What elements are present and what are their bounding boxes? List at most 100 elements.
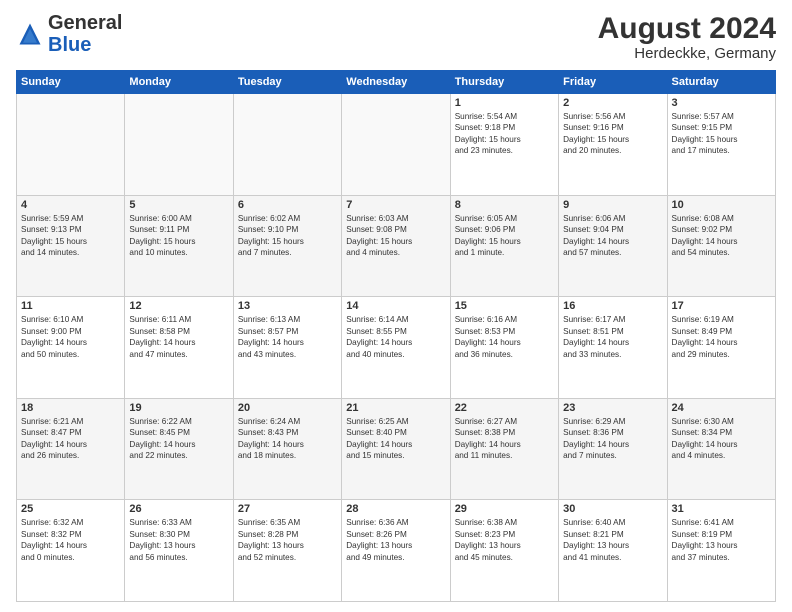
day-info: Sunrise: 6:35 AM Sunset: 8:28 PM Dayligh… bbox=[238, 517, 337, 563]
calendar-week-5: 25Sunrise: 6:32 AM Sunset: 8:32 PM Dayli… bbox=[17, 500, 776, 602]
calendar-cell bbox=[17, 94, 125, 196]
calendar-cell: 21Sunrise: 6:25 AM Sunset: 8:40 PM Dayli… bbox=[342, 398, 450, 500]
calendar-cell: 26 Sunrise: 6:33 AM Sunset: 8:30 PM Dayli… bbox=[125, 500, 233, 602]
calendar-cell: 12Sunrise: 6:11 AM Sunset: 8:58 PM Dayli… bbox=[125, 297, 233, 399]
day-number: 15 bbox=[455, 300, 554, 312]
day-info: Sunrise: 6:38 AM Sunset: 8:23 PM Dayligh… bbox=[455, 517, 554, 563]
day-number: 30 bbox=[563, 503, 662, 515]
calendar-cell bbox=[342, 94, 450, 196]
weekday-header-tuesday: Tuesday bbox=[233, 71, 341, 94]
calendar-cell: 11Sunrise: 6:10 AM Sunset: 9:00 PM Dayli… bbox=[17, 297, 125, 399]
title-block: August 2024 Herdeckke, Germany bbox=[598, 12, 776, 62]
calendar-cell: 10Sunrise: 6:08 AM Sunset: 9:02 PM Dayli… bbox=[667, 195, 775, 297]
calendar-cell: 22Sunrise: 6:27 AM Sunset: 8:38 PM Dayli… bbox=[450, 398, 558, 500]
day-info: Sunrise: 5:59 AM Sunset: 9:13 PM Dayligh… bbox=[21, 213, 120, 259]
day-number: 8 bbox=[455, 199, 554, 211]
logo-blue-text: Blue bbox=[48, 34, 91, 56]
calendar-week-1: 1 Sunrise: 5:54 AM Sunset: 9:18 PM Daylig… bbox=[17, 94, 776, 196]
calendar-cell: 27 Sunrise: 6:35 AM Sunset: 8:28 PM Dayli… bbox=[233, 500, 341, 602]
calendar-cell: 6 Sunrise: 6:02 AM Sunset: 9:10 PM Daylig… bbox=[233, 195, 341, 297]
logo-general-text: General bbox=[48, 12, 122, 34]
day-number: 9 bbox=[563, 199, 662, 211]
day-number: 14 bbox=[346, 300, 445, 312]
calendar-cell bbox=[125, 94, 233, 196]
day-info: Sunrise: 6:21 AM Sunset: 8:47 PM Dayligh… bbox=[21, 416, 120, 462]
calendar-cell: 23 Sunrise: 6:29 AM Sunset: 8:36 PM Dayli… bbox=[559, 398, 667, 500]
calendar-cell: 8 Sunrise: 6:05 AM Sunset: 9:06 PM Daylig… bbox=[450, 195, 558, 297]
calendar-cell: 4 Sunrise: 5:59 AM Sunset: 9:13 PM Daylig… bbox=[17, 195, 125, 297]
day-number: 29 bbox=[455, 503, 554, 515]
day-info: Sunrise: 5:54 AM Sunset: 9:18 PM Dayligh… bbox=[455, 111, 554, 157]
weekday-header-saturday: Saturday bbox=[667, 71, 775, 94]
day-info: Sunrise: 5:56 AM Sunset: 9:16 PM Dayligh… bbox=[563, 111, 662, 157]
day-number: 28 bbox=[346, 503, 445, 515]
day-number: 7 bbox=[346, 199, 445, 211]
calendar-cell: 1 Sunrise: 5:54 AM Sunset: 9:18 PM Daylig… bbox=[450, 94, 558, 196]
day-info: Sunrise: 6:08 AM Sunset: 9:02 PM Dayligh… bbox=[672, 213, 771, 259]
calendar-cell: 20 Sunrise: 6:24 AM Sunset: 8:43 PM Dayli… bbox=[233, 398, 341, 500]
day-number: 17 bbox=[672, 300, 771, 312]
weekday-header-sunday: Sunday bbox=[17, 71, 125, 94]
day-number: 1 bbox=[455, 97, 554, 109]
calendar-cell: 16 Sunrise: 6:17 AM Sunset: 8:51 PM Dayli… bbox=[559, 297, 667, 399]
day-info: Sunrise: 5:57 AM Sunset: 9:15 PM Dayligh… bbox=[672, 111, 771, 157]
day-info: Sunrise: 6:36 AM Sunset: 8:26 PM Dayligh… bbox=[346, 517, 445, 563]
calendar-cell: 24 Sunrise: 6:30 AM Sunset: 8:34 PM Dayli… bbox=[667, 398, 775, 500]
calendar-cell: 17 Sunrise: 6:19 AM Sunset: 8:49 PM Dayli… bbox=[667, 297, 775, 399]
day-info: Sunrise: 6:33 AM Sunset: 8:30 PM Dayligh… bbox=[129, 517, 228, 563]
weekday-header-monday: Monday bbox=[125, 71, 233, 94]
logo-text: General Blue bbox=[48, 12, 122, 56]
calendar-week-3: 11Sunrise: 6:10 AM Sunset: 9:00 PM Dayli… bbox=[17, 297, 776, 399]
day-number: 11 bbox=[21, 300, 120, 312]
day-info: Sunrise: 6:19 AM Sunset: 8:49 PM Dayligh… bbox=[672, 314, 771, 360]
day-info: Sunrise: 6:00 AM Sunset: 9:11 PM Dayligh… bbox=[129, 213, 228, 259]
calendar-cell bbox=[233, 94, 341, 196]
calendar-week-2: 4 Sunrise: 5:59 AM Sunset: 9:13 PM Daylig… bbox=[17, 195, 776, 297]
day-number: 23 bbox=[563, 402, 662, 414]
location: Herdeckke, Germany bbox=[598, 45, 776, 62]
day-number: 20 bbox=[238, 402, 337, 414]
calendar-cell: 18 Sunrise: 6:21 AM Sunset: 8:47 PM Dayli… bbox=[17, 398, 125, 500]
logo: General Blue bbox=[16, 12, 122, 56]
calendar-table: SundayMondayTuesdayWednesdayThursdayFrid… bbox=[16, 70, 776, 602]
day-info: Sunrise: 6:22 AM Sunset: 8:45 PM Dayligh… bbox=[129, 416, 228, 462]
day-number: 19 bbox=[129, 402, 228, 414]
day-number: 16 bbox=[563, 300, 662, 312]
calendar-cell: 29 Sunrise: 6:38 AM Sunset: 8:23 PM Dayli… bbox=[450, 500, 558, 602]
day-number: 26 bbox=[129, 503, 228, 515]
calendar-cell: 19 Sunrise: 6:22 AM Sunset: 8:45 PM Dayli… bbox=[125, 398, 233, 500]
day-number: 18 bbox=[21, 402, 120, 414]
calendar-cell: 7 Sunrise: 6:03 AM Sunset: 9:08 PM Daylig… bbox=[342, 195, 450, 297]
weekday-header-thursday: Thursday bbox=[450, 71, 558, 94]
day-info: Sunrise: 6:17 AM Sunset: 8:51 PM Dayligh… bbox=[563, 314, 662, 360]
day-info: Sunrise: 6:06 AM Sunset: 9:04 PM Dayligh… bbox=[563, 213, 662, 259]
day-info: Sunrise: 6:02 AM Sunset: 9:10 PM Dayligh… bbox=[238, 213, 337, 259]
day-number: 24 bbox=[672, 402, 771, 414]
day-number: 25 bbox=[21, 503, 120, 515]
weekday-header-row: SundayMondayTuesdayWednesdayThursdayFrid… bbox=[17, 71, 776, 94]
day-info: Sunrise: 6:13 AM Sunset: 8:57 PM Dayligh… bbox=[238, 314, 337, 360]
day-info: Sunrise: 6:40 AM Sunset: 8:21 PM Dayligh… bbox=[563, 517, 662, 563]
day-info: Sunrise: 6:24 AM Sunset: 8:43 PM Dayligh… bbox=[238, 416, 337, 462]
page: General Blue August 2024 Herdeckke, Germ… bbox=[0, 0, 792, 612]
calendar-cell: 25Sunrise: 6:32 AM Sunset: 8:32 PM Dayli… bbox=[17, 500, 125, 602]
day-number: 4 bbox=[21, 199, 120, 211]
day-number: 2 bbox=[563, 97, 662, 109]
day-info: Sunrise: 6:03 AM Sunset: 9:08 PM Dayligh… bbox=[346, 213, 445, 259]
calendar-cell: 28 Sunrise: 6:36 AM Sunset: 8:26 PM Dayli… bbox=[342, 500, 450, 602]
day-number: 31 bbox=[672, 503, 771, 515]
day-number: 22 bbox=[455, 402, 554, 414]
logo-icon bbox=[16, 20, 44, 48]
header: General Blue August 2024 Herdeckke, Germ… bbox=[16, 12, 776, 62]
day-info: Sunrise: 6:29 AM Sunset: 8:36 PM Dayligh… bbox=[563, 416, 662, 462]
calendar-cell: 31Sunrise: 6:41 AM Sunset: 8:19 PM Dayli… bbox=[667, 500, 775, 602]
day-number: 27 bbox=[238, 503, 337, 515]
calendar-week-4: 18 Sunrise: 6:21 AM Sunset: 8:47 PM Dayli… bbox=[17, 398, 776, 500]
day-info: Sunrise: 6:05 AM Sunset: 9:06 PM Dayligh… bbox=[455, 213, 554, 259]
calendar-cell: 5Sunrise: 6:00 AM Sunset: 9:11 PM Daylig… bbox=[125, 195, 233, 297]
calendar-cell: 2 Sunrise: 5:56 AM Sunset: 9:16 PM Daylig… bbox=[559, 94, 667, 196]
day-number: 6 bbox=[238, 199, 337, 211]
day-number: 13 bbox=[238, 300, 337, 312]
day-info: Sunrise: 6:30 AM Sunset: 8:34 PM Dayligh… bbox=[672, 416, 771, 462]
day-info: Sunrise: 6:25 AM Sunset: 8:40 PM Dayligh… bbox=[346, 416, 445, 462]
